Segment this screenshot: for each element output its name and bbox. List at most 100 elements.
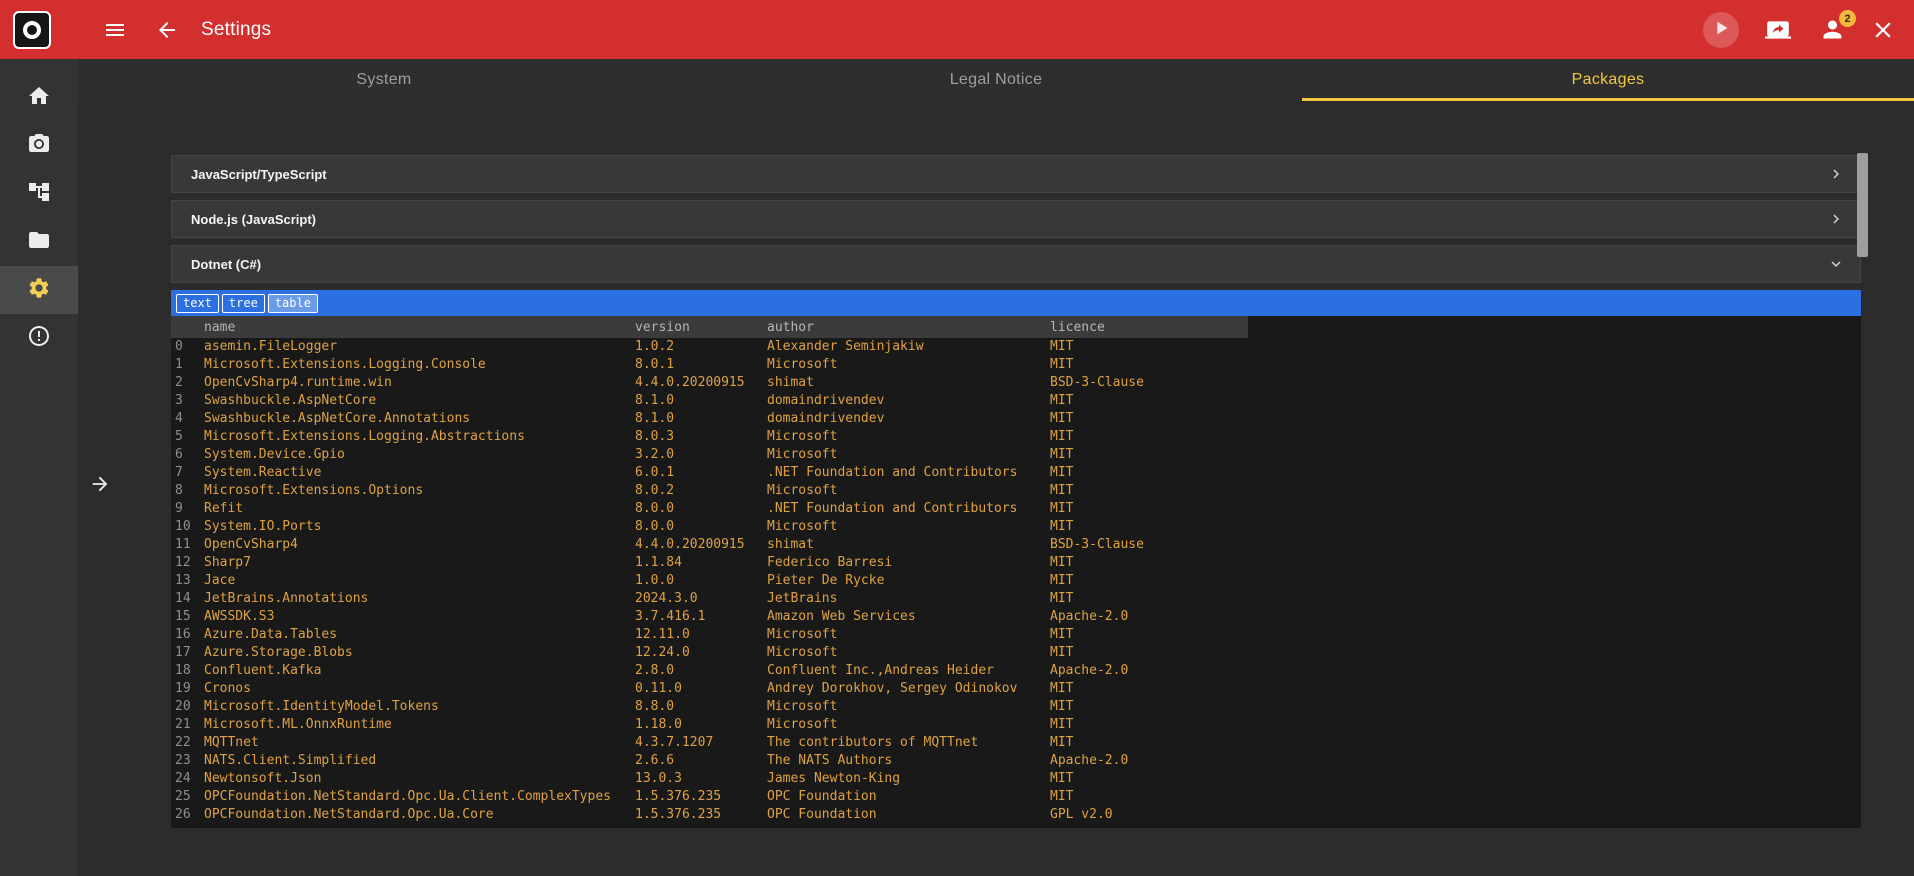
table-row: 21 Microsoft.ML.OnnxRuntime 1.18.0 Microsof…: [171, 716, 1861, 734]
expand-drawer-button[interactable]: [89, 473, 111, 500]
sidebar-item-alerts[interactable]: [0, 314, 78, 362]
row-index: 25: [175, 789, 191, 804]
cell-name: NATS.Client.Simplified: [204, 753, 377, 768]
cell-version: 8.1.0: [635, 393, 675, 408]
cell-licence: BSD-3-Clause: [1050, 375, 1144, 390]
row-index: 16: [175, 627, 191, 642]
tab-bar: System Legal Notice Packages: [78, 59, 1914, 101]
table-row: 4 Swashbuckle.AspNetCore.Annotations 8.1.0…: [171, 410, 1861, 428]
column-header-name: name: [204, 319, 236, 335]
cell-name: System.IO.Ports: [204, 519, 322, 534]
table-row: 16 Azure.Data.Tables 12.11.0 Microsoft MIT: [171, 626, 1861, 644]
cell-licence: MIT: [1050, 645, 1074, 660]
row-index: 20: [175, 699, 191, 714]
cell-name: AWSSDK.S3: [204, 609, 275, 624]
table-row: 24 Newtonsoft.Json 13.0.3 James Newton-King…: [171, 770, 1861, 788]
table-row: 14 JetBrains.Annotations 2024.3.0 JetBrains…: [171, 590, 1861, 608]
menu-button[interactable]: [103, 18, 127, 42]
screen-share-icon: [1765, 17, 1791, 43]
home-icon: [27, 84, 51, 113]
content-area: JavaScript/TypeScript Node.js (JavaScrip…: [78, 101, 1914, 876]
sidebar-item-settings[interactable]: [0, 266, 78, 314]
cell-version: 1.0.0: [635, 573, 675, 588]
cell-version: 3.7.416.1: [635, 609, 706, 624]
row-index: 24: [175, 771, 191, 786]
workflow-tree-icon: [27, 180, 51, 209]
sidebar-item-camera[interactable]: [0, 122, 78, 170]
cell-licence: MIT: [1050, 501, 1074, 516]
screen-share-button[interactable]: [1765, 17, 1791, 43]
cell-name: Microsoft.Extensions.Logging.Abstraction…: [204, 429, 525, 444]
play-icon: [1710, 17, 1732, 42]
sidebar-item-files[interactable]: [0, 218, 78, 266]
tab-packages[interactable]: Packages: [1302, 59, 1914, 101]
sidebar-item-process-tree[interactable]: [0, 170, 78, 218]
back-button[interactable]: [155, 18, 179, 42]
logo-o-icon: [23, 20, 41, 39]
notification-badge: 2: [1839, 10, 1856, 27]
cell-name: OpenCvSharp4: [204, 537, 298, 552]
app-logo[interactable]: [13, 10, 51, 49]
table-row: 26 OPCFoundation.NetStandard.Opc.Ua.Core 1…: [171, 806, 1861, 824]
folder-icon: [27, 228, 51, 257]
cell-name: asemin.FileLogger: [204, 339, 338, 354]
row-index: 22: [175, 735, 191, 750]
table-row: 10 System.IO.Ports 8.0.0 Microsoft MIT: [171, 518, 1861, 536]
cell-version: 1.5.376.235: [635, 789, 722, 804]
cell-author: shimat: [767, 537, 814, 552]
cell-author: domaindrivendev: [767, 393, 885, 408]
row-index: 14: [175, 591, 191, 606]
arrow-right-icon: [89, 476, 111, 499]
page-title: Settings: [201, 18, 272, 40]
cell-licence: MIT: [1050, 447, 1074, 462]
accordion-label: JavaScript/TypeScript: [191, 166, 327, 182]
cell-author: Microsoft: [767, 429, 838, 444]
cell-licence: MIT: [1050, 735, 1074, 750]
cell-version: 2.6.6: [635, 753, 675, 768]
cell-author: Microsoft: [767, 447, 838, 462]
row-index: 4: [175, 411, 183, 426]
cell-version: 0.11.0: [635, 681, 682, 696]
table-row: 19 Cronos 0.11.0 Andrey Dorokhov, Sergey Od…: [171, 680, 1861, 698]
accordion-nodejs[interactable]: Node.js (JavaScript): [171, 200, 1861, 238]
cell-author: .NET Foundation and Contributors: [767, 501, 1018, 516]
view-mode-tree-button[interactable]: tree: [221, 293, 265, 313]
column-header-licence: licence: [1050, 319, 1105, 335]
run-button[interactable]: [1703, 11, 1739, 48]
close-app-button[interactable]: [1870, 17, 1896, 43]
row-index: 10: [175, 519, 191, 534]
tab-system[interactable]: System: [78, 59, 690, 101]
cell-version: 8.1.0: [635, 411, 675, 426]
accordion-label: Dotnet (C#): [191, 256, 262, 272]
tab-legal-notice[interactable]: Legal Notice: [690, 59, 1302, 101]
cell-licence: GPL v2.0: [1050, 807, 1113, 822]
packages-table: name version author licence 0 asemin.File…: [171, 316, 1861, 828]
cell-name: Confluent.Kafka: [204, 663, 322, 678]
row-index: 17: [175, 645, 191, 660]
cell-name: Microsoft.ML.OnnxRuntime: [204, 717, 392, 732]
row-index: 5: [175, 429, 183, 444]
accordion-javascript-typescript[interactable]: JavaScript/TypeScript: [171, 155, 1861, 193]
view-mode-text-button[interactable]: text: [176, 293, 219, 313]
table-row: 1 Microsoft.Extensions.Logging.Console 8.0…: [171, 356, 1861, 374]
cell-author: JetBrains: [767, 591, 838, 606]
cell-version: 4.3.7.1207: [635, 735, 714, 750]
row-index: 26: [175, 807, 191, 822]
accordion-dotnet[interactable]: Dotnet (C#): [171, 245, 1861, 283]
cell-licence: MIT: [1050, 573, 1074, 588]
cell-author: .NET Foundation and Contributors: [767, 465, 1018, 480]
view-mode-table-button[interactable]: table: [267, 293, 318, 313]
table-row: 2 OpenCvSharp4.runtime.win 4.4.0.20200915 s…: [171, 374, 1861, 392]
sidebar-item-home[interactable]: [0, 74, 78, 122]
user-button[interactable]: 2: [1819, 10, 1856, 43]
row-index: 7: [175, 465, 183, 480]
cell-version: 6.0.1: [635, 465, 675, 480]
cell-version: 8.0.2: [635, 483, 675, 498]
cell-licence: Apache-2.0: [1050, 663, 1129, 678]
vertical-scrollbar-thumb[interactable]: [1857, 153, 1868, 257]
cell-licence: MIT: [1050, 717, 1074, 732]
package-table-body: 0 asemin.FileLogger 1.0.2 Alexander Seminja…: [171, 338, 1861, 828]
json-viewer-toolbar: text tree table: [171, 290, 1861, 316]
row-index: 8: [175, 483, 183, 498]
cell-name: Swashbuckle.AspNetCore.Annotations: [204, 411, 471, 426]
